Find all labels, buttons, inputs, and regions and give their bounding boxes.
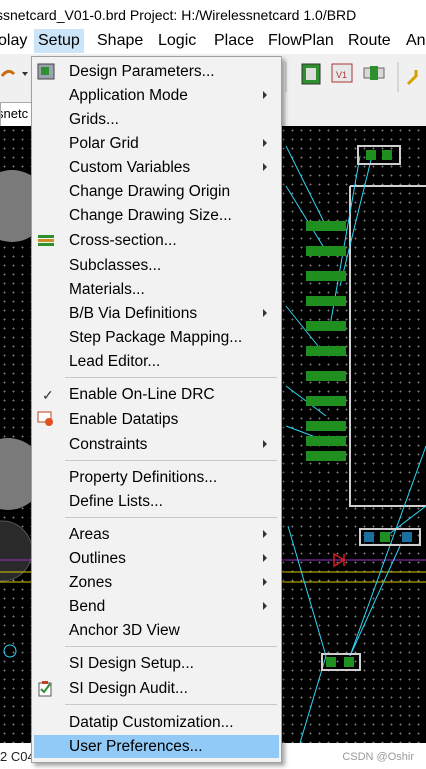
menu-shape[interactable]: Shape xyxy=(97,32,143,50)
menu-item-outlines[interactable]: Outlines xyxy=(34,547,279,570)
component-icon[interactable] xyxy=(301,63,321,85)
setup-menu: Design Parameters... Application Mode Gr… xyxy=(31,56,282,763)
menu-separator xyxy=(65,460,277,461)
part-icon[interactable] xyxy=(363,66,385,80)
menu-item-bend[interactable]: Bend xyxy=(34,595,279,618)
submenu-arrow-icon xyxy=(263,530,267,538)
submenu-arrow-icon xyxy=(263,139,267,147)
menu-item-cross-section[interactable]: Cross-section... xyxy=(34,229,279,252)
menu-item-step-package-mapping[interactable]: Step Package Mapping... xyxy=(34,326,279,349)
menu-bar: olay Setup Shape Logic Place FlowPlan Ro… xyxy=(0,28,426,54)
menu-item-grids[interactable]: Grids... xyxy=(34,108,279,131)
component-top xyxy=(357,145,401,165)
design-parameters-icon xyxy=(37,63,55,80)
menu-flowplan[interactable]: FlowPlan xyxy=(268,32,334,50)
menu-item-constraints[interactable]: Constraints xyxy=(34,433,279,456)
menu-place[interactable]: Place xyxy=(214,32,254,50)
window-title: ssnetcard_V01-0.brd Project: H:/Wireless… xyxy=(0,7,357,23)
datatips-icon xyxy=(37,411,53,426)
submenu-arrow-icon xyxy=(263,440,267,448)
menu-item-property-definitions[interactable]: Property Definitions... xyxy=(34,466,279,489)
undo-dropdown-icon[interactable] xyxy=(22,72,28,76)
title-bar: ssnetcard_V01-0.brd Project: H:/Wireless… xyxy=(0,0,426,28)
menu-display[interactable]: olay xyxy=(0,32,27,50)
menu-item-subclasses[interactable]: Subclasses... xyxy=(34,254,279,277)
menu-logic[interactable]: Logic xyxy=(158,32,196,50)
route-icon[interactable] xyxy=(406,70,418,86)
menu-item-areas[interactable]: Areas xyxy=(34,523,279,546)
menu-item-zones[interactable]: Zones xyxy=(34,571,279,594)
submenu-arrow-icon xyxy=(263,309,267,317)
board-outline xyxy=(349,185,426,507)
v1-label: V1 xyxy=(336,70,347,80)
menu-item-polar-grid[interactable]: Polar Grid xyxy=(34,132,279,155)
menu-separator xyxy=(65,646,277,647)
menu-item-change-drawing-size[interactable]: Change Drawing Size... xyxy=(34,204,279,227)
v1-component-icon[interactable]: V1 xyxy=(331,63,353,83)
menu-item-materials[interactable]: Materials... xyxy=(34,278,279,301)
si-design-audit-icon xyxy=(38,681,52,697)
checkmark-icon: ✓ xyxy=(42,387,54,403)
menu-item-enable-datatips[interactable]: Enable Datatips xyxy=(34,408,279,431)
menu-item-si-design-setup[interactable]: SI Design Setup... xyxy=(34,652,279,675)
watermark: CSDN @Oshir xyxy=(342,751,414,763)
cross-section-icon xyxy=(38,235,54,246)
menu-item-datatip-customization[interactable]: Datatip Customization... xyxy=(34,711,279,734)
menu-item-enable-online-drc[interactable]: ✓ Enable On-Line DRC xyxy=(34,383,279,406)
menu-item-si-design-audit[interactable]: SI Design Audit... xyxy=(34,677,279,700)
menu-item-bb-via-definitions[interactable]: B/B Via Definitions xyxy=(34,302,279,325)
menu-item-lead-editor[interactable]: Lead Editor... xyxy=(34,350,279,373)
submenu-arrow-icon xyxy=(263,163,267,171)
menu-separator xyxy=(65,517,277,518)
menu-item-application-mode[interactable]: Application Mode xyxy=(34,84,279,107)
submenu-arrow-icon xyxy=(263,91,267,99)
menu-analyze[interactable]: An xyxy=(406,32,426,50)
menu-item-define-lists[interactable]: Define Lists... xyxy=(34,490,279,513)
menu-route[interactable]: Route xyxy=(348,32,391,50)
component-row xyxy=(359,528,421,546)
menu-item-user-preferences[interactable]: User Preferences... xyxy=(34,735,279,758)
component-bottom xyxy=(321,653,361,671)
menu-item-custom-variables[interactable]: Custom Variables xyxy=(34,156,279,179)
ring-pad xyxy=(3,644,17,658)
submenu-arrow-icon xyxy=(263,554,267,562)
undo-icon[interactable] xyxy=(0,69,16,77)
menu-setup[interactable]: Setup xyxy=(34,29,84,53)
menu-separator xyxy=(65,377,277,378)
menu-separator xyxy=(65,704,277,705)
submenu-arrow-icon xyxy=(263,578,267,586)
menu-item-change-drawing-origin[interactable]: Change Drawing Origin xyxy=(34,180,279,203)
submenu-arrow-icon xyxy=(263,602,267,610)
connector-pads xyxy=(306,221,346,461)
menu-item-anchor-3d-view[interactable]: Anchor 3D View xyxy=(34,619,279,642)
menu-item-design-parameters[interactable]: Design Parameters... xyxy=(34,60,279,83)
